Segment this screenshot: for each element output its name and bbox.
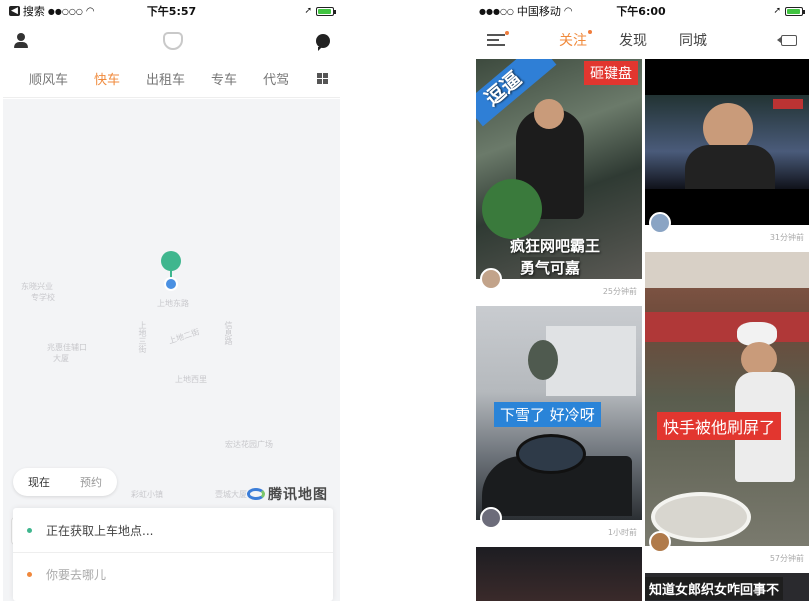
tab-designated-driver[interactable]: 代驾 [263,69,289,88]
tab-nearby[interactable]: 同城 [679,30,707,50]
map-label: 信息路 [224,321,233,345]
map-provider-name: 腾讯地图 [268,487,328,503]
back-app-label[interactable]: 搜索 [23,3,45,19]
avatar[interactable] [649,212,671,234]
top-nav [3,22,340,60]
map-label: 东晓兴业 [21,282,53,291]
avatar[interactable] [480,268,502,290]
map-label: 兆惠佳辅口 [47,343,87,352]
status-bar: ●●●○○ 中国移动 ◠ 下午6:00 ➚ [473,0,809,22]
toggle-reserve[interactable]: 预约 [65,474,117,490]
red-caption: 快手被他刷屏了 [657,412,782,440]
tab-following[interactable]: 关注 [559,30,592,50]
map-label: 大厦 [53,354,69,363]
feed-card[interactable]: 31分钟前 [645,59,809,249]
video-thumbnail[interactable]: 逗逼 砸键盘 疯狂网吧霸王 勇气可嘉 [476,59,642,279]
map-label: 彩虹小镇 [131,490,163,499]
tab-taxi[interactable]: 出租车 [146,69,185,88]
destination-dot-icon [27,572,32,577]
card-meta: 57分钟前 [645,531,809,570]
signal-dots: ●●○○○ [47,6,83,16]
address-card: 正在获取上车地点... 你要去哪儿 [13,508,333,601]
map-label: 宏达花园广场 [225,440,273,449]
video-thumbnail[interactable]: 知道女郎织女咋回事不 [645,573,809,601]
map-label: 上地二街 [167,327,201,346]
post-time: 1小时前 [607,527,637,537]
message-icon[interactable] [316,34,330,51]
caption-line-2: 勇气可嘉 [520,257,581,278]
video-thumbnail[interactable] [645,59,809,225]
pickup-dot-icon [27,527,32,533]
more-services-grid-icon[interactable] [317,73,328,84]
signal-dots: ●●●○○ [479,6,514,16]
video-thumbnail[interactable]: 快手被他刷屏了 [645,252,809,546]
battery-icon [785,6,805,16]
tab-premier[interactable]: 专车 [211,69,237,88]
map-label: 上地东路 [157,299,189,308]
pickup-location-pin-icon[interactable] [160,251,182,295]
tab-express[interactable]: 快车 [94,69,120,88]
avatar[interactable] [649,531,671,553]
map-view[interactable]: 东晓兴业 专学校 上地东路 上地三街 上地二街 信息路 兆惠佳辅口 大厦 上地西… [3,99,340,601]
tencent-logo-icon [247,488,265,500]
red-tag: 砸键盘 [584,61,638,85]
tab-hitch[interactable]: 顺风车 [29,69,68,88]
pickup-field[interactable]: 正在获取上车地点... [13,508,333,552]
camera-record-icon[interactable] [777,35,797,46]
video-thumbnail[interactable]: 下雪了 好冷呀 [476,306,642,520]
wifi-icon: ◠ [563,5,573,17]
ride-time-toggle: 现在 预约 [13,468,117,496]
tab-discover[interactable]: 发现 [619,30,647,50]
dark-caption: 知道女郎织女咋回事不 [645,577,784,600]
menu-icon[interactable] [487,31,509,46]
feed-card[interactable]: 快手被他刷屏了 57分钟前 [645,252,809,570]
feed-card[interactable] [476,547,642,601]
location-arrow-icon: ➚ [304,6,312,16]
toggle-now[interactable]: 现在 [13,474,65,490]
post-time: 31分钟前 [769,232,804,242]
wifi-icon: ◠ [85,5,95,17]
status-bar: ◀ 搜索 ●●○○○ ◠ 下午5:57 ➚ [3,0,340,22]
pickup-text: 正在获取上车地点... [46,523,154,538]
video-feed-screen: ●●●○○ 中国移动 ◠ 下午6:00 ➚ 关注 发现 同城 逗逼 砸键盘 疯狂… [473,0,809,601]
user-profile-icon[interactable] [13,33,29,49]
map-label: 上地三街 [138,321,147,353]
card-meta: 1小时前 [476,507,642,544]
avatar[interactable] [480,507,502,529]
feed-card[interactable]: 下雪了 好冷呀 1小时前 [476,306,642,544]
map-provider-logo: 腾讯地图 [247,484,328,504]
feed-card[interactable]: 知道女郎织女咋回事不 [645,573,809,601]
back-arrow-icon[interactable]: ◀ [9,6,20,16]
post-time: 25分钟前 [602,286,637,296]
video-feed-grid: 逗逼 砸键盘 疯狂网吧霸王 勇气可嘉 25分钟前 31分钟前 下雪了 好冷呀 1… [473,58,809,601]
post-time: 57分钟前 [769,553,804,563]
card-meta: 25分钟前 [476,268,642,303]
map-label: 壹城大厦 [215,490,247,499]
battery-icon [316,6,336,16]
map-label: 上地西里 [175,375,207,384]
card-meta: 31分钟前 [645,212,809,249]
map-label: 专学校 [31,293,55,302]
video-thumbnail[interactable] [476,547,642,601]
service-tabs: 顺风车 快车 出租车 专车 代驾 [3,60,340,98]
app-logo-icon [162,32,183,50]
destination-field[interactable]: 你要去哪儿 [13,552,333,596]
destination-placeholder: 你要去哪儿 [46,568,107,582]
carrier-name: 中国移动 [516,5,561,18]
location-arrow-icon: ➚ [773,6,781,16]
top-nav: 关注 发现 同城 [473,22,809,58]
caption-line-1: 疯狂网吧霸王 [510,237,601,255]
ride-hailing-screen: ◀ 搜索 ●●○○○ ◠ 下午5:57 ➚ 顺风车 快车 出租车 专车 代驾 东… [3,0,340,601]
blue-caption: 下雪了 好冷呀 [494,402,601,427]
feed-card[interactable]: 逗逼 砸键盘 疯狂网吧霸王 勇气可嘉 25分钟前 [476,59,642,303]
